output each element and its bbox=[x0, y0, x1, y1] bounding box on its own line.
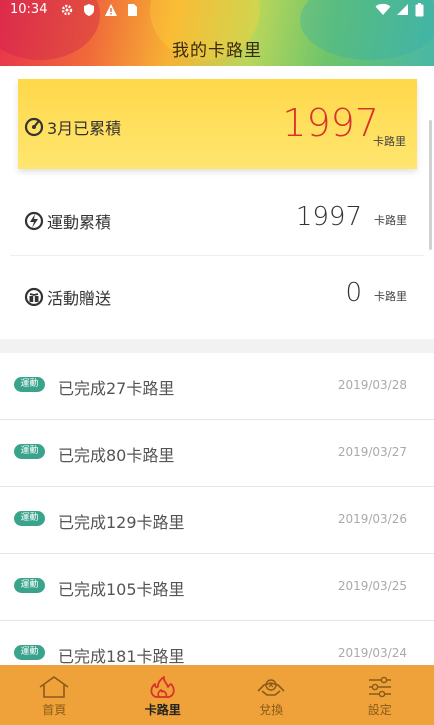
category-badge: 運動 bbox=[14, 444, 45, 459]
flame-icon bbox=[150, 676, 175, 698]
status-bar: 10:34 bbox=[0, 0, 434, 22]
nav-label-exchange: 兌換 bbox=[259, 703, 284, 717]
list-item[interactable]: 運動 已完成129卡路里 2019/03/26 bbox=[0, 487, 434, 554]
list-item[interactable]: 運動 已完成27卡路里 2019/03/28 bbox=[0, 353, 434, 420]
list-item[interactable]: 運動 已完成181卡路里 2019/03/24 bbox=[0, 621, 434, 665]
sim-icon bbox=[128, 4, 137, 16]
gift-total-unit: 卡路里 bbox=[374, 290, 407, 303]
record-date: 2019/03/26 bbox=[337, 512, 407, 526]
exercise-total-value: 1997 bbox=[295, 202, 362, 232]
scrollbar-thumb[interactable] bbox=[429, 120, 432, 250]
gauge-icon bbox=[24, 117, 44, 137]
record-text: 已完成80卡路里 bbox=[58, 446, 175, 465]
header-bar: 10:34 我的卡路里 bbox=[0, 0, 434, 66]
record-text: 已完成181卡路里 bbox=[58, 647, 185, 665]
shield-icon bbox=[84, 4, 94, 16]
app-screen: 10:34 我的卡路里 3月已累積 1997 卡路里 運動累積 1997 卡路里… bbox=[0, 0, 434, 725]
record-date: 2019/03/25 bbox=[337, 579, 407, 593]
exercise-total-label: 運動累積 bbox=[47, 213, 112, 232]
signal-icon bbox=[397, 4, 408, 15]
record-text: 已完成105卡路里 bbox=[58, 580, 185, 599]
record-text: 已完成129卡路里 bbox=[58, 513, 185, 532]
record-date: 2019/03/27 bbox=[337, 445, 407, 459]
gear-icon bbox=[61, 4, 73, 16]
monthly-total-label: 3月已累積 bbox=[47, 119, 122, 138]
bottom-nav: 首頁 卡路里 兌換 設定 bbox=[0, 665, 434, 725]
record-text: 已完成27卡路里 bbox=[58, 379, 175, 398]
record-date: 2019/03/24 bbox=[337, 646, 407, 660]
list-item[interactable]: 運動 已完成80卡路里 2019/03/27 bbox=[0, 420, 434, 487]
settings-sliders-icon bbox=[368, 676, 391, 698]
exercise-total-label-group: 運動累積 bbox=[24, 209, 111, 233]
category-badge: 運動 bbox=[14, 511, 45, 526]
monthly-total-value: 1997 bbox=[282, 101, 379, 145]
lightning-gauge-icon bbox=[24, 211, 44, 231]
wifi-icon bbox=[375, 3, 391, 15]
status-time: 10:34 bbox=[10, 2, 48, 17]
nav-item-home[interactable]: 首頁 bbox=[0, 665, 109, 725]
category-badge: 運動 bbox=[14, 578, 45, 593]
exercise-total-unit: 卡路里 bbox=[374, 214, 407, 227]
monthly-total-unit: 卡路里 bbox=[373, 135, 406, 148]
list-item[interactable]: 運動 已完成105卡路里 2019/03/25 bbox=[0, 554, 434, 621]
warning-icon bbox=[105, 4, 117, 16]
home-icon bbox=[39, 676, 69, 698]
calorie-summary: 3月已累積 1997 卡路里 運動累積 1997 卡路里 活動贈送 0 卡路里 bbox=[0, 66, 434, 339]
monthly-total-card: 3月已累積 1997 卡路里 bbox=[18, 79, 417, 169]
gift-total-value: 0 bbox=[345, 278, 362, 308]
category-badge: 運動 bbox=[14, 645, 45, 660]
record-date: 2019/03/28 bbox=[337, 378, 407, 392]
calorie-record-list[interactable]: 運動 已完成27卡路里 2019/03/28 運動 已完成80卡路里 2019/… bbox=[0, 353, 434, 665]
summary-divider bbox=[10, 255, 424, 256]
status-left-icons bbox=[60, 3, 138, 17]
exchange-icon bbox=[257, 679, 285, 696]
battery-icon bbox=[415, 3, 424, 17]
nav-item-exchange[interactable]: 兌換 bbox=[217, 665, 326, 725]
category-badge: 運動 bbox=[14, 377, 45, 392]
monthly-total-label-group: 3月已累積 bbox=[24, 115, 121, 139]
nav-label-home: 首頁 bbox=[42, 703, 67, 717]
gift-gauge-icon bbox=[24, 287, 44, 307]
gift-total-label-group: 活動贈送 bbox=[24, 285, 111, 309]
nav-item-calories[interactable]: 卡路里 bbox=[109, 665, 218, 725]
nav-label-calories: 卡路里 bbox=[144, 703, 181, 717]
nav-item-settings[interactable]: 設定 bbox=[326, 665, 434, 725]
nav-label-settings: 設定 bbox=[367, 703, 392, 717]
gift-total-label: 活動贈送 bbox=[47, 289, 112, 308]
page-title: 我的卡路里 bbox=[172, 41, 262, 61]
status-right-icons bbox=[375, 3, 424, 17]
